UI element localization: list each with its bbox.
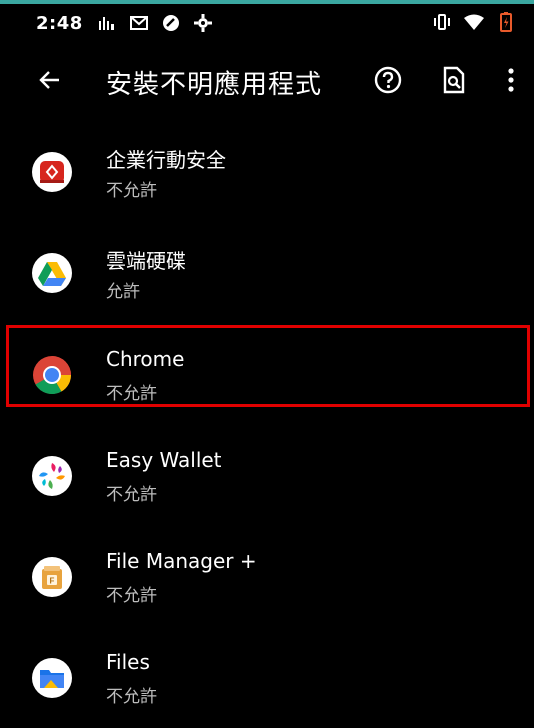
app-name: 企業行動安全 (106, 148, 226, 172)
app-permission-status: 不允許 (106, 485, 157, 505)
gmail-icon (129, 13, 149, 33)
app-permission-status: 不允許 (106, 384, 157, 404)
status-left-icons (97, 13, 213, 33)
app-name: Easy Wallet (106, 448, 222, 472)
arrow-left-icon (39, 71, 59, 89)
list-item[interactable]: F File Manager + 不允許 (0, 527, 534, 627)
enterprise-security-icon (32, 152, 72, 192)
list-item[interactable]: Files 不允許 (0, 628, 534, 728)
app-name: 雲端硬碟 (106, 249, 186, 273)
files-icon (32, 658, 72, 698)
list-item[interactable]: 雲端硬碟 允許 (0, 223, 534, 323)
page-title: 安裝不明應用程式 (106, 70, 323, 100)
list-item[interactable]: 企業行動安全 不允許 (0, 122, 534, 222)
svg-text:F: F (50, 577, 55, 586)
app-name: Files (106, 650, 150, 674)
status-bar: 2:48 (0, 4, 534, 42)
battery-icon (496, 12, 516, 32)
more-vert-icon (508, 68, 514, 92)
vibrate-icon (432, 12, 452, 32)
list-item[interactable]: Easy Wallet 不允許 (0, 426, 534, 526)
chrome-icon (32, 355, 72, 395)
wifi-icon (464, 12, 484, 32)
search-in-page-button[interactable] (436, 62, 472, 98)
signal-bars-icon (97, 13, 117, 33)
help-button[interactable] (370, 62, 406, 98)
app-permission-status: 不允許 (106, 586, 157, 606)
app-permission-status: 不允許 (106, 687, 157, 707)
status-right-icons (432, 12, 516, 32)
more-options-button[interactable] (496, 62, 526, 98)
back-button[interactable] (34, 64, 66, 96)
app-permission-status: 允許 (106, 282, 140, 302)
question-circle-icon (374, 66, 402, 94)
file-manager-icon: F (32, 557, 72, 597)
app-name: Chrome (106, 347, 185, 371)
app-circle-icon (161, 13, 181, 33)
app-bar: 安裝不明應用程式 (0, 42, 534, 120)
google-drive-icon (32, 253, 72, 293)
app-name: File Manager + (106, 549, 257, 573)
easy-wallet-icon (32, 456, 72, 496)
list-item[interactable]: Chrome 不允許 (0, 325, 534, 425)
document-search-icon (443, 66, 465, 94)
gear-icon (193, 13, 213, 33)
status-time: 2:48 (36, 12, 83, 34)
app-permission-status: 不允許 (106, 181, 157, 201)
